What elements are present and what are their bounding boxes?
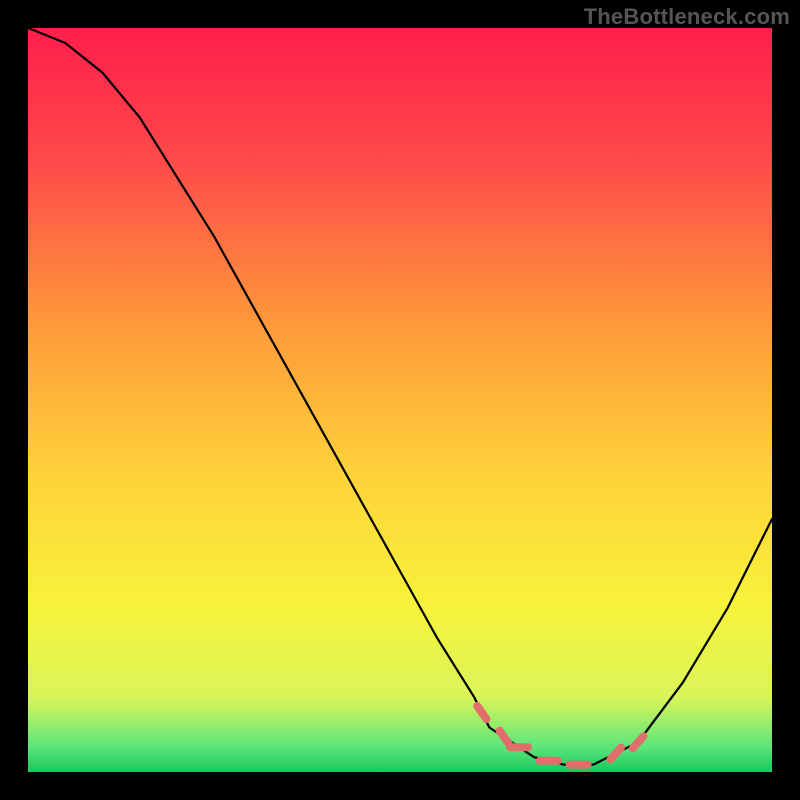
chart-stage: TheBottleneck.com <box>0 0 800 800</box>
watermark-text: TheBottleneck.com <box>584 4 790 30</box>
valley-markers <box>28 28 772 772</box>
plot-area <box>28 28 772 772</box>
